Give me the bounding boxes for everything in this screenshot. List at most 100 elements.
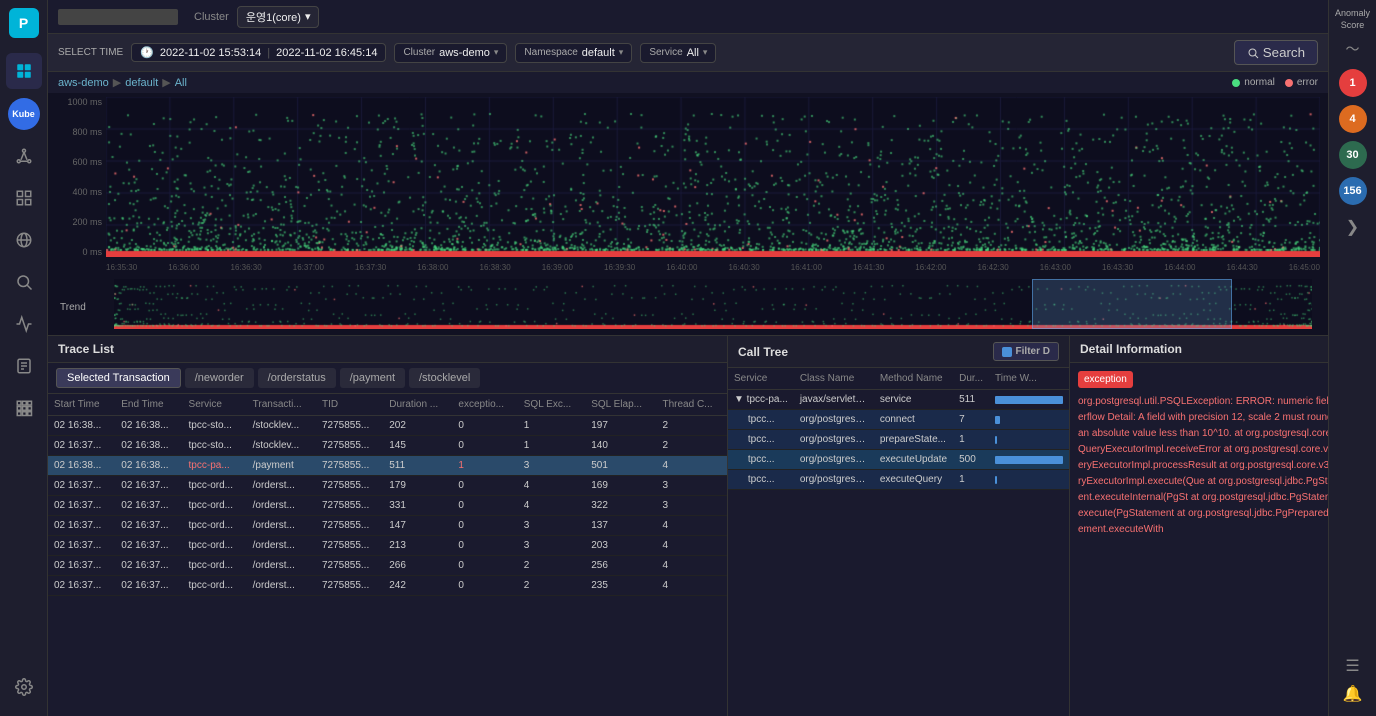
table-row[interactable]: 02 16:37... 02 16:37... tpcc-ord... /ord…: [48, 496, 727, 516]
breadcrumb-aws-demo[interactable]: aws-demo: [58, 77, 109, 89]
sidebar-item-home[interactable]: [6, 53, 42, 89]
breadcrumb-default[interactable]: default: [125, 77, 158, 89]
trend-chart[interactable]: [114, 279, 1312, 329]
table-row[interactable]: 02 16:37... 02 16:38... tpcc-sto... /sto…: [48, 436, 727, 456]
chart-yaxis: 1000 ms 800 ms 600 ms 400 ms 200 ms 0 ms: [56, 97, 106, 257]
sidebar-item-globe[interactable]: [6, 222, 42, 258]
sidebar-item-kube[interactable]: Kube: [6, 96, 42, 132]
calltree-row[interactable]: tpcc... org/postgresql/jdbc/P... execute…: [728, 450, 1069, 470]
filter-button[interactable]: Filter D: [993, 342, 1059, 361]
left-sidebar: P Kube: [0, 0, 48, 716]
toolbar: SELECT TIME 🕐 2022-11-02 15:53:14 | 2022…: [48, 34, 1328, 72]
select-time-label: SELECT TIME: [58, 47, 123, 58]
col-thread: Thread C...: [656, 394, 727, 416]
table-row[interactable]: 02 16:37... 02 16:37... tpcc-ord... /ord…: [48, 536, 727, 556]
time-divider: |: [267, 47, 270, 59]
search-button[interactable]: Search: [1234, 40, 1318, 65]
menu-icon[interactable]: ☰: [1345, 656, 1359, 676]
trend-selection[interactable]: [1032, 279, 1232, 329]
col-duration: Duration ...: [383, 394, 452, 416]
tab-orderstatus[interactable]: /orderstatus: [258, 368, 336, 388]
kube-badge: Kube: [8, 98, 40, 130]
detail-content[interactable]: exception org.postgresql.util.PSQLExcept…: [1070, 363, 1328, 716]
table-row[interactable]: 02 16:37... 02 16:37... tpcc-ord... /ord…: [48, 516, 727, 536]
sidebar-item-reports[interactable]: [6, 348, 42, 384]
legend-normal-dot: [1232, 79, 1240, 87]
trend-label: Trend: [60, 302, 110, 313]
trace-table[interactable]: Start Time End Time Service Transacti...…: [48, 394, 727, 716]
ct-col-duration: Dur...: [953, 368, 989, 390]
sidebar-item-analytics[interactable]: [6, 306, 42, 342]
table-row[interactable]: 02 16:38... 02 16:38... tpcc-sto... /sto…: [48, 416, 727, 436]
table-row[interactable]: 02 16:38... 02 16:38... tpcc-pa... /paym…: [48, 456, 727, 476]
cluster-dropdown[interactable]: Cluster aws-demo ▾: [394, 43, 507, 63]
legend-normal: normal: [1232, 77, 1275, 88]
breadcrumb-all[interactable]: All: [175, 77, 187, 89]
table-row[interactable]: 02 16:37... 02 16:37... tpcc-ord... /ord…: [48, 576, 727, 596]
main-chart[interactable]: 1000 ms 800 ms 600 ms 400 ms 200 ms 0 ms…: [56, 97, 1320, 277]
calltree-header: Call Tree Filter D: [728, 336, 1069, 368]
sidebar-item-settings[interactable]: [6, 669, 42, 705]
ct-col-service: Service: [728, 368, 794, 390]
chart-xaxis: 16:35:30 16:36:00 16:36:30 16:37:00 16:3…: [106, 257, 1320, 277]
anomaly-badge-4[interactable]: 4: [1339, 105, 1367, 133]
chart-legend: normal error: [1232, 77, 1318, 88]
time-range[interactable]: 🕐 2022-11-02 15:53:14 | 2022-11-02 16:45…: [131, 43, 386, 62]
exception-badge: exception: [1078, 371, 1328, 394]
sidebar-item-topology[interactable]: [6, 138, 42, 174]
app-logo[interactable]: P: [9, 8, 39, 38]
namespace-dropdown[interactable]: Namespace default ▾: [515, 43, 632, 63]
ct-col-timew: Time W...: [989, 368, 1069, 390]
anomaly-title: AnomalyScore: [1335, 8, 1370, 31]
service-dropdown-arrow: ▾: [703, 47, 708, 58]
namespace-dropdown-arrow: ▾: [619, 47, 624, 58]
legend-error-dot: [1285, 79, 1293, 87]
tab-payment[interactable]: /payment: [340, 368, 405, 388]
sidebar-item-dashboard[interactable]: [6, 180, 42, 216]
tab-selected-transaction[interactable]: Selected Transaction: [56, 368, 181, 388]
chart-body[interactable]: [106, 97, 1320, 257]
sidebar-item-grid[interactable]: [6, 390, 42, 426]
trace-panel-header: Trace List: [48, 336, 727, 363]
cluster-selector[interactable]: 운영1(core) ▾: [237, 6, 320, 28]
error-text: org.postgresql.util.PSQLException: ERROR…: [1078, 394, 1328, 538]
col-end-time: End Time: [115, 394, 182, 416]
trace-list-title: Trace List: [58, 342, 114, 356]
calltree-row[interactable]: tpcc... org/postgresql/jdbc/P... prepare…: [728, 430, 1069, 450]
calltree-row[interactable]: tpcc... org/postgresql/Driver connect 7: [728, 410, 1069, 430]
tab-neworder[interactable]: /neworder: [185, 368, 254, 388]
sidebar-item-search[interactable]: [6, 264, 42, 300]
right-panel-collapse[interactable]: ❯: [1346, 217, 1359, 237]
table-row[interactable]: 02 16:37... 02 16:37... tpcc-ord... /ord…: [48, 476, 727, 496]
notification-icon[interactable]: 🔔: [1343, 684, 1363, 704]
anomaly-panel: AnomalyScore 〜 1 4 30 156 ❯ ☰ 🔔: [1328, 0, 1376, 716]
breadcrumb: aws-demo ▶ default ▶ All normal error: [48, 72, 1328, 93]
anomaly-badge-1[interactable]: 1: [1339, 69, 1367, 97]
table-row[interactable]: 02 16:37... 02 16:37... tpcc-ord... /ord…: [48, 556, 727, 576]
trace-panel: Trace List Selected Transaction /neworde…: [48, 336, 728, 716]
main-content: Cluster 운영1(core) ▾ SELECT TIME 🕐 2022-1…: [48, 0, 1328, 716]
time-end: 2022-11-02 16:45:14: [276, 47, 377, 59]
anomaly-badge-156[interactable]: 156: [1339, 177, 1367, 205]
col-sql-exc: SQL Exc...: [518, 394, 585, 416]
col-start-time: Start Time: [48, 394, 115, 416]
calltree-table[interactable]: Service Class Name Method Name Dur... Ti…: [728, 368, 1069, 716]
bottom-panels: Trace List Selected Transaction /neworde…: [48, 335, 1328, 716]
charts-area: 1000 ms 800 ms 600 ms 400 ms 200 ms 0 ms…: [48, 93, 1328, 335]
detail-panel: Detail Information exception org.postgre…: [1070, 336, 1328, 716]
ct-col-method: Method Name: [874, 368, 953, 390]
col-service: Service: [183, 394, 247, 416]
tab-stocklevel[interactable]: /stocklevel: [409, 368, 480, 388]
cluster-dropdown-arrow: ▾: [494, 47, 499, 58]
calltree-row[interactable]: ▼ tpcc-pa... javax/servlet/http/Htt... s…: [728, 390, 1069, 410]
cluster-label: Cluster: [194, 11, 229, 23]
ct-col-class: Class Name: [794, 368, 874, 390]
col-transaction: Transacti...: [247, 394, 316, 416]
service-dropdown[interactable]: Service All ▾: [640, 43, 716, 63]
anomaly-badge-30[interactable]: 30: [1339, 141, 1367, 169]
legend-error: error: [1285, 77, 1318, 88]
trace-tabs: Selected Transaction /neworder /ordersta…: [48, 363, 727, 394]
calltree-title: Call Tree: [738, 345, 788, 359]
detail-header: Detail Information: [1070, 336, 1328, 363]
calltree-row[interactable]: tpcc... org/postgresql/jdbc/P... execute…: [728, 470, 1069, 490]
